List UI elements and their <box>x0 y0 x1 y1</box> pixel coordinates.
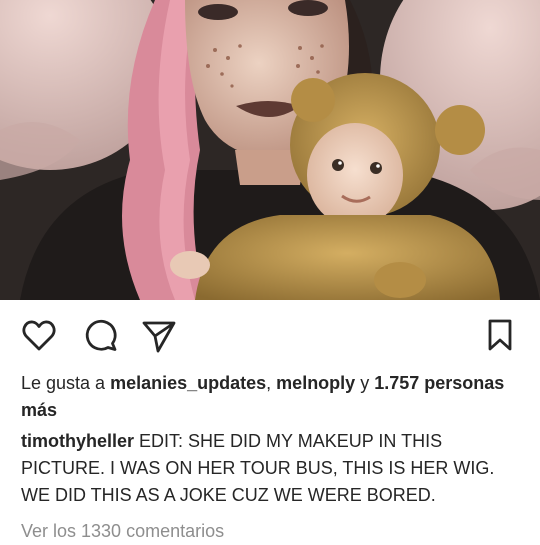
view-comments-link[interactable]: Ver los 1330 comentarios <box>21 519 224 543</box>
caption-username[interactable]: timothyheller <box>21 431 134 451</box>
likes-and: y <box>355 373 375 393</box>
paper-plane-icon[interactable] <box>141 318 177 354</box>
post-actions <box>0 300 540 372</box>
heart-outline-icon[interactable] <box>21 318 57 354</box>
instagram-post: Le gusta a melanies_updates, melnoply y … <box>0 0 540 545</box>
comment-bubble-icon[interactable] <box>82 318 118 354</box>
likes-separator: , <box>266 373 277 393</box>
post-photo[interactable] <box>0 0 540 300</box>
likes-summary: Le gusta a melanies_updates, melnoply y … <box>21 370 521 424</box>
bookmark-icon[interactable] <box>484 318 516 352</box>
photo-illustration <box>0 0 540 300</box>
liker-link-2[interactable]: melnoply <box>276 373 355 393</box>
likes-prefix: Le gusta a <box>21 373 111 393</box>
liker-link-1[interactable]: melanies_updates <box>110 373 266 393</box>
post-caption: timothyheller EDIT: SHE DID MY MAKEUP IN … <box>21 428 526 509</box>
